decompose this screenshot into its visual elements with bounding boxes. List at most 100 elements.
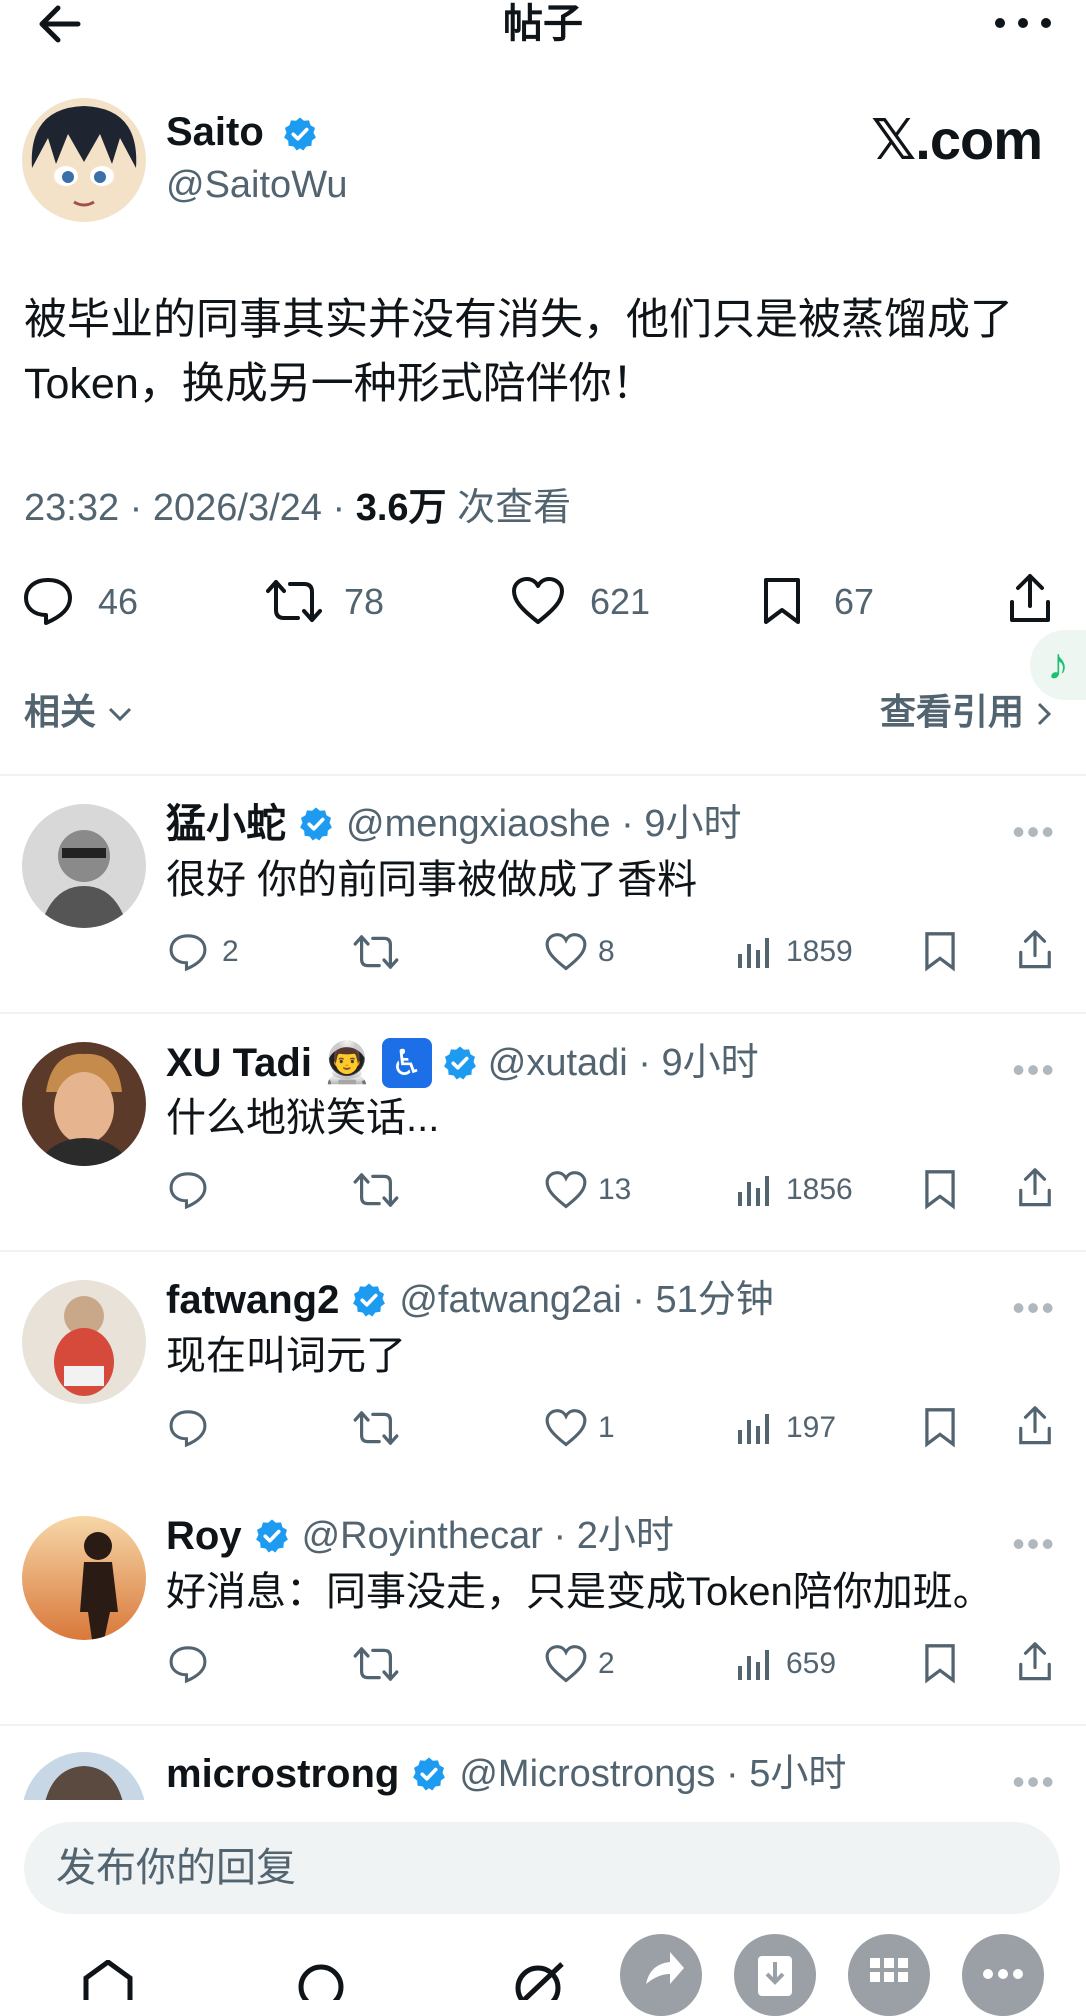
reply-views-count: 1856 (786, 1173, 853, 1206)
grok-icon[interactable] (512, 1962, 568, 2000)
reply-name[interactable]: microstrong (166, 1750, 399, 1798)
reply-like-button[interactable] (544, 1644, 588, 1684)
reply-item[interactable]: XU Tadi 👨‍🚀 ♿ @xutadi · 9小时 ••• 什么地狱笑话..… (0, 1018, 1086, 1250)
reply-item[interactable]: Roy @Royinthecar · 2小时 ••• 好消息：同事没走，只是变成… (0, 1490, 1086, 1722)
reply-share-button[interactable] (1016, 1166, 1054, 1210)
reply-avatar[interactable] (22, 1516, 146, 1640)
bookmark-icon (925, 1170, 955, 1210)
reply-retweet-button[interactable] (352, 932, 400, 972)
bookmark-icon (764, 578, 800, 624)
share-fab-icon[interactable] (620, 1934, 702, 2016)
verified-badge-icon (300, 807, 332, 841)
heart-icon (545, 1645, 587, 1683)
reply-handle[interactable]: @mengxiaoshe · 9小时 (346, 800, 742, 848)
reply-handle[interactable]: @Microstrongs · 5小时 (459, 1750, 846, 1798)
reply-views-button[interactable] (736, 1410, 772, 1446)
share-icon (1019, 1168, 1051, 1207)
comment-icon (169, 1410, 207, 1448)
share-button[interactable] (1006, 572, 1056, 626)
reply-like-button[interactable] (544, 932, 588, 972)
reply-reply-button[interactable] (168, 1408, 208, 1448)
reply-button[interactable] (22, 576, 82, 626)
grid-fab-icon[interactable] (848, 1934, 930, 2016)
post-time: 23:32 · 2026/3/24 · (24, 487, 356, 529)
comment-icon (169, 1646, 207, 1684)
reply-handle[interactable]: @Royinthecar · 2小时 (302, 1512, 674, 1560)
reply-bookmark-button[interactable] (922, 1406, 958, 1448)
reply-more-button[interactable]: ••• (1012, 1526, 1056, 1562)
reply-share-button[interactable] (1016, 928, 1054, 972)
bookmark-icon (925, 1408, 955, 1448)
reply-bookmark-button[interactable] (922, 930, 958, 972)
more-options-button[interactable] (988, 8, 1058, 38)
reply-name[interactable]: 猛小蛇 (166, 800, 286, 848)
bookmark-button[interactable] (760, 576, 810, 626)
download-fab-icon[interactable] (734, 1934, 816, 2016)
author-avatar[interactable] (22, 98, 146, 222)
reply-views-count: 1859 (786, 935, 853, 968)
heart-icon (545, 1409, 587, 1447)
reply-views-button[interactable] (736, 1172, 772, 1208)
verified-badge-icon (413, 1757, 446, 1791)
reply-handle[interactable]: @xutadi · 9小时 (488, 1039, 759, 1087)
reply-name[interactable]: fatwang2 (166, 1276, 339, 1324)
reply-like-button[interactable] (544, 1170, 588, 1210)
post-views-count: 3.6万 (355, 487, 447, 529)
reply-bookmark-button[interactable] (922, 1168, 958, 1210)
verified-badge-icon (255, 1519, 288, 1553)
reply-reply-button[interactable] (168, 1644, 208, 1684)
share-icon (1019, 1642, 1051, 1681)
view-quotes-link[interactable]: 查看引用 (880, 690, 1054, 734)
reply-bookmark-button[interactable] (922, 1642, 958, 1684)
reply-like-count: 1 (598, 1411, 615, 1444)
astronaut-emoji-icon: 👨‍🚀 (321, 1041, 372, 1085)
more-fab-icon[interactable] (962, 1934, 1044, 2016)
reply-reply-count: 2 (222, 935, 239, 968)
reply-share-button[interactable] (1016, 1404, 1054, 1448)
reply-views-count: 659 (786, 1647, 837, 1680)
like-button[interactable] (510, 576, 570, 626)
reply-avatar[interactable] (22, 804, 146, 928)
reply-views-button[interactable] (736, 1646, 772, 1682)
reply-handle[interactable]: @fatwang2ai · 51分钟 (399, 1276, 773, 1324)
reply-name[interactable]: Roy (166, 1512, 242, 1560)
reply-more-button[interactable]: ••• (1012, 1290, 1056, 1326)
page-title: 帖子 (503, 2, 583, 46)
author-name[interactable]: Saito (166, 108, 264, 156)
reply-item[interactable]: 猛小蛇 @mengxiaoshe · 9小时 ••• 很好 你的前同事被做成了香… (0, 780, 1086, 1012)
reply-item[interactable]: fatwang2 @fatwang2ai · 51分钟 ••• 现在叫词元了 1… (0, 1254, 1086, 1486)
reply-more-button[interactable]: ••• (1012, 814, 1056, 850)
reply-more-button[interactable]: ••• (1012, 1764, 1056, 1800)
related-dropdown[interactable]: 相关 (24, 690, 134, 734)
reply-share-button[interactable] (1016, 1640, 1054, 1684)
reply-avatar[interactable] (22, 1280, 146, 1404)
reply-input-placeholder: 发布你的回复 (56, 1846, 296, 1890)
like-count: 621 (590, 581, 651, 622)
share-icon (1010, 574, 1050, 622)
retweet-icon (353, 1173, 399, 1207)
reply-retweet-button[interactable] (352, 1408, 400, 1448)
retweet-button[interactable] (264, 576, 328, 626)
bookmark-icon (925, 932, 955, 972)
reply-views-button[interactable] (736, 934, 772, 970)
reply-retweet-button[interactable] (352, 1170, 400, 1210)
reply-name[interactable]: XU Tadi (166, 1039, 312, 1087)
reply-item[interactable]: microstrong @Microstrongs · 5小时 ••• (0, 1728, 1086, 1808)
views-chart-icon (738, 1650, 769, 1680)
reply-reply-button[interactable] (168, 932, 208, 972)
reply-retweet-button[interactable] (352, 1644, 400, 1684)
reply-like-count: 8 (598, 935, 615, 968)
reply-like-button[interactable] (544, 1408, 588, 1448)
retweet-count: 78 (344, 581, 385, 622)
author-handle[interactable]: @SaitoWu (166, 162, 348, 208)
divider (0, 1012, 1086, 1014)
reply-reply-button[interactable] (168, 1170, 208, 1210)
reply-text: 好消息：同事没走，只是变成Token陪你加班。 (166, 1570, 993, 1614)
home-icon[interactable] (80, 1960, 136, 2000)
chevron-down-icon (108, 708, 132, 722)
search-icon[interactable] (296, 1962, 346, 2000)
reply-avatar[interactable] (22, 1042, 146, 1166)
reply-like-count: 2 (598, 1647, 615, 1680)
reply-views-count: 197 (786, 1411, 837, 1444)
reply-more-button[interactable]: ••• (1012, 1052, 1056, 1088)
